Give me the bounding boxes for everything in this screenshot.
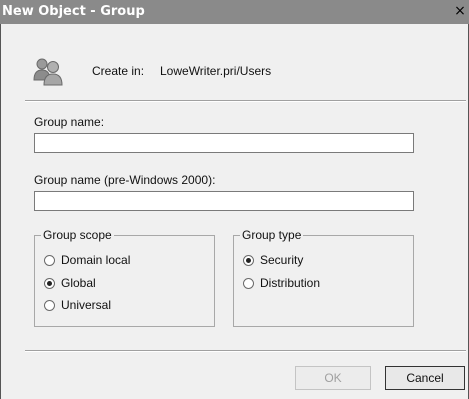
cancel-button[interactable]: Cancel (385, 366, 465, 390)
radio-global[interactable]: Global (44, 275, 96, 291)
radio-button[interactable] (44, 277, 55, 289)
group-icon (33, 58, 63, 86)
radio-button[interactable] (243, 277, 254, 289)
group-type-title: Group type (240, 228, 304, 242)
group-name-pre2000-input[interactable] (34, 191, 414, 211)
radio-button[interactable] (44, 254, 55, 266)
radio-universal[interactable]: Universal (44, 297, 111, 313)
create-in-label: Create in: (92, 64, 145, 78)
radio-button[interactable] (243, 254, 254, 266)
create-in-path: LoweWriter.pri/Users (160, 64, 272, 78)
group-scope-box: Group scope Domain local Global Universa… (34, 228, 215, 327)
group-name-input[interactable] (34, 133, 414, 153)
group-name-pre2000-label: Group name (pre-Windows 2000): (34, 173, 216, 187)
separator (25, 350, 466, 352)
radio-domain-local[interactable]: Domain local (44, 252, 130, 268)
title-bar[interactable]: New Object - Group × (0, 0, 469, 24)
separator (25, 100, 466, 102)
group-type-box: Group type Security Distribution (233, 228, 414, 327)
radio-label: Universal (61, 298, 112, 312)
radio-label: Global (61, 276, 96, 290)
radio-label: Security (260, 253, 304, 267)
window-frame-left (0, 24, 1, 399)
radio-distribution[interactable]: Distribution (243, 275, 320, 291)
radio-label: Domain local (61, 253, 131, 267)
radio-button[interactable] (44, 299, 55, 311)
radio-security[interactable]: Security (243, 252, 303, 268)
close-icon[interactable]: × (452, 3, 468, 19)
radio-label: Distribution (260, 276, 321, 290)
group-name-label: Group name: (34, 115, 105, 129)
group-scope-title: Group scope (41, 228, 114, 242)
window-title: New Object - Group (2, 4, 145, 19)
ok-button[interactable]: OK (295, 366, 371, 390)
